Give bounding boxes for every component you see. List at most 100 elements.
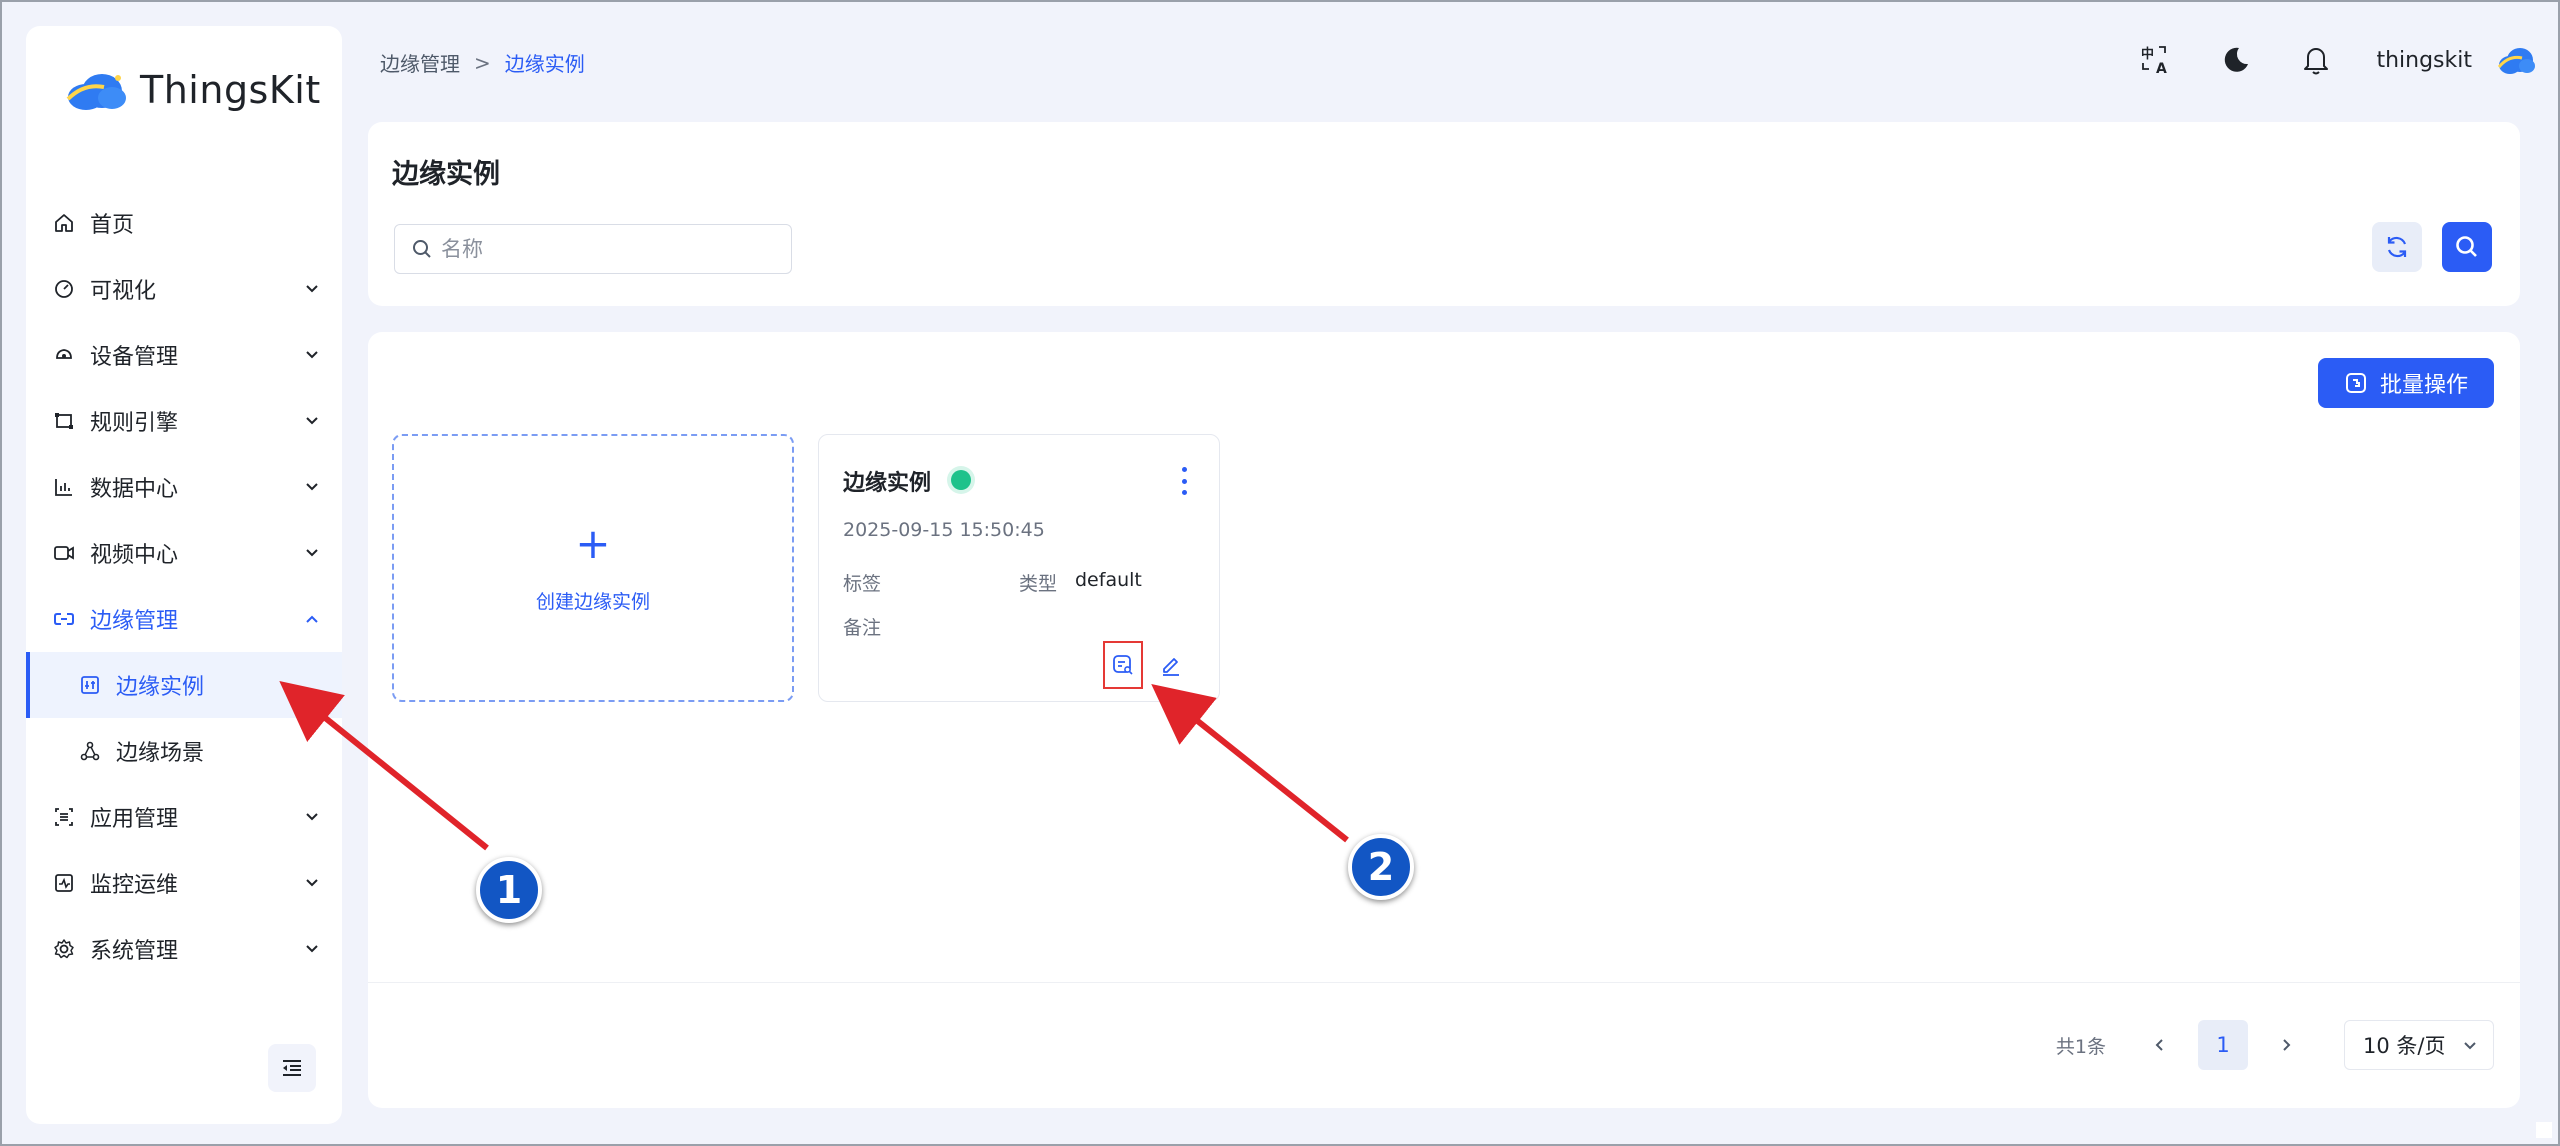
app-name: ThingsKit — [140, 68, 321, 112]
chevron-down-icon — [306, 945, 318, 953]
moon-icon[interactable] — [2216, 40, 2256, 80]
type-label: 类型 — [1019, 573, 1058, 595]
edge-icon — [52, 607, 76, 631]
sidebar-item-edge-scene[interactable]: 边缘场景 — [26, 718, 342, 784]
translate-icon[interactable]: 中 A — [2136, 40, 2176, 80]
batch-operation-button[interactable]: 批量操作 — [2318, 358, 2494, 408]
chevron-down-icon — [306, 879, 318, 887]
search-field[interactable] — [394, 224, 792, 274]
breadcrumb-parent[interactable]: 边缘管理 — [380, 48, 460, 77]
dashboard-icon — [52, 277, 76, 301]
avatar[interactable] — [2496, 40, 2536, 80]
sidebar-item-visualization[interactable]: 可视化 — [26, 256, 342, 322]
sidebar-item-rules[interactable]: 规则引擎 — [26, 388, 342, 454]
chevron-right-icon — [2283, 1039, 2291, 1051]
sidebar-item-label: 系统管理 — [90, 939, 179, 964]
instance-icon — [78, 673, 102, 697]
username[interactable]: thingskit — [2376, 48, 2472, 73]
create-instance-card[interactable]: + 创建边缘实例 — [392, 434, 794, 702]
sidebar-item-device[interactable]: 设备管理 — [26, 322, 342, 388]
sidebar-menu: 首页 可视化 设备管理 规则引擎 数据中心 视频中心 边缘管理 边缘实例 边缘场… — [26, 190, 342, 982]
divider — [368, 982, 2520, 983]
search-icon — [2456, 236, 2477, 257]
batch-icon — [2344, 371, 2368, 395]
chevron-down-icon — [306, 285, 318, 293]
chevron-left-icon — [2155, 1039, 2163, 1051]
sidebar-item-monitor[interactable]: 监控运维 — [26, 850, 342, 916]
breadcrumb: 边缘管理 > 边缘实例 — [380, 48, 585, 77]
annotation-badge-1: 1 — [476, 857, 542, 923]
search-icon — [413, 240, 431, 258]
scroll-corner — [2536, 1122, 2552, 1138]
batch-operation-label: 批量操作 — [2379, 373, 2468, 398]
cloud-logo-icon — [66, 74, 126, 110]
app-icon — [52, 805, 76, 829]
sidebar-item-label: 视频中心 — [90, 543, 179, 568]
sidebar-item-system[interactable]: 系统管理 — [26, 916, 342, 982]
annotation-badge-2: 2 — [1348, 834, 1414, 900]
refresh-icon — [2387, 236, 2407, 258]
bell-icon[interactable] — [2296, 40, 2336, 80]
sidebar-item-edge-instance[interactable]: 边缘实例 — [26, 652, 342, 718]
chevron-down-icon — [306, 417, 318, 425]
svg-text:A: A — [2156, 61, 2167, 77]
note-label: 备注 — [843, 617, 882, 639]
settings-icon — [52, 937, 76, 961]
edit-button[interactable] — [1157, 651, 1185, 679]
pagination-total: 共1条 — [2055, 1035, 2106, 1058]
search-button[interactable] — [2442, 222, 2492, 272]
chevron-down-icon — [2464, 1042, 2476, 1050]
sidebar-item-label: 首页 — [90, 213, 135, 238]
breadcrumb-current: 边缘实例 — [504, 52, 585, 76]
home-icon — [52, 211, 76, 235]
next-page-button[interactable] — [2272, 1031, 2300, 1059]
more-icon[interactable] — [1179, 467, 1189, 495]
edit-icon — [1163, 658, 1179, 676]
instance-title: 边缘实例 — [843, 471, 932, 496]
chevron-down-icon — [306, 351, 318, 359]
sidebar-item-label: 应用管理 — [90, 807, 179, 832]
sidebar-item-label: 设备管理 — [90, 345, 179, 370]
page-size-value: 10 条/页 — [2363, 1034, 2446, 1058]
monitor-icon — [52, 871, 76, 895]
pagination: 共1条 1 10 条/页 — [2056, 1020, 2494, 1070]
instance-time: 2025-09-15 15:50:45 — [843, 519, 1045, 541]
view-details-button[interactable] — [1103, 641, 1143, 689]
reset-button[interactable] — [2372, 222, 2422, 272]
sidebar-item-label: 数据中心 — [90, 477, 179, 502]
page-number-button[interactable]: 1 — [2198, 1020, 2248, 1070]
sidebar-item-label: 边缘管理 — [90, 609, 179, 634]
search-input[interactable] — [441, 237, 771, 261]
collapse-sidebar-button[interactable] — [268, 1044, 316, 1092]
sidebar-item-label: 监控运维 — [90, 873, 179, 898]
rule-icon — [52, 409, 76, 433]
instance-card[interactable]: 边缘实例 2025-09-15 15:50:45 标签 类型 default 备… — [818, 434, 1220, 702]
scene-icon — [78, 739, 102, 763]
sidebar-item-apps[interactable]: 应用管理 — [26, 784, 342, 850]
menu-fold-icon — [283, 1060, 301, 1076]
sidebar-item-data[interactable]: 数据中心 — [26, 454, 342, 520]
chevron-down-icon — [306, 813, 318, 821]
sidebar-item-edge[interactable]: 边缘管理 — [26, 586, 342, 652]
sidebar: ThingsKit 首页 可视化 设备管理 规则引擎 数据中心 视频中心 边缘管… — [26, 26, 342, 1124]
sidebar-item-home[interactable]: 首页 — [26, 190, 342, 256]
tag-label: 标签 — [843, 573, 882, 595]
plus-icon: + — [575, 518, 611, 568]
header-actions: 中 A thingskit — [2096, 40, 2536, 80]
sidebar-item-label: 可视化 — [90, 279, 157, 304]
prev-page-button[interactable] — [2146, 1031, 2174, 1059]
chart-icon — [52, 475, 76, 499]
page-size-select[interactable]: 10 条/页 — [2344, 1020, 2494, 1070]
status-indicator — [951, 470, 971, 490]
view-details-icon — [1113, 655, 1133, 675]
search-panel: 边缘实例 — [368, 122, 2520, 306]
svg-text:中: 中 — [2141, 46, 2154, 62]
sidebar-item-label: 边缘实例 — [116, 675, 205, 700]
sidebar-item-video[interactable]: 视频中心 — [26, 520, 342, 586]
app-logo[interactable]: ThingsKit — [64, 68, 321, 112]
breadcrumb-separator: > — [474, 50, 491, 75]
sidebar-item-label: 规则引擎 — [90, 411, 179, 436]
chevron-down-icon — [306, 549, 318, 557]
search-actions — [2372, 222, 2492, 272]
chevron-down-icon — [306, 483, 318, 491]
